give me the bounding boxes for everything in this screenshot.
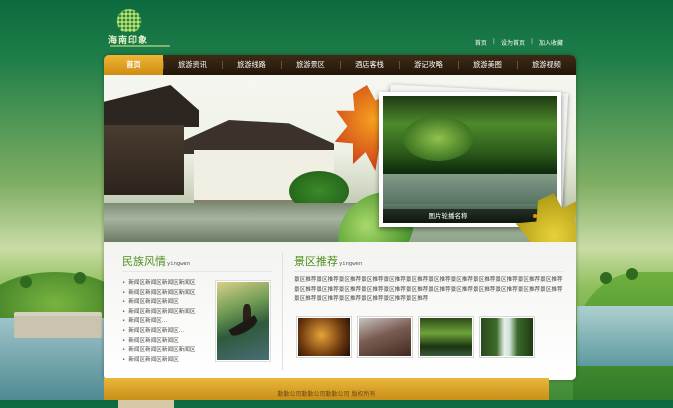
background-bridge bbox=[14, 312, 102, 338]
scenic-title-text: 景区推荐 bbox=[294, 255, 338, 268]
list-item[interactable]: 新闻区新闻区新闻区 bbox=[122, 337, 195, 347]
ethnic-title-divider bbox=[122, 271, 272, 272]
list-item[interactable]: 新闻区新闻区新闻区新闻区 bbox=[122, 279, 195, 289]
banner-house-roof bbox=[104, 85, 199, 127]
list-item[interactable]: 新闻区新闻区新闻区... bbox=[122, 327, 195, 337]
logo-dot-tree-icon bbox=[112, 8, 146, 32]
slideshow-dot-1[interactable] bbox=[533, 214, 537, 218]
column-divider bbox=[282, 252, 283, 370]
waterfall-image bbox=[481, 318, 533, 356]
logo-underline bbox=[110, 45, 170, 47]
nav-item-travel-guides[interactable]: 游记攻略 bbox=[399, 55, 458, 75]
nav-item-home[interactable]: 首页 bbox=[104, 55, 163, 75]
slideshow-caption-bar: 图片轮播名称 bbox=[383, 209, 557, 223]
footer-copyright: 勤勤公司勤勤公司勤勤公司 版权所有 bbox=[277, 391, 376, 398]
scenic-thumbnail-3[interactable] bbox=[418, 316, 474, 358]
scenic-title-sub: yingwen bbox=[339, 261, 363, 267]
main-frame: 首页 旅游资讯 旅游线路 旅游景区 酒店客栈 游记攻略 旅游美图 旅游视频 图片… bbox=[104, 55, 576, 380]
nav-item-travel-news[interactable]: 旅游资讯 bbox=[163, 55, 222, 75]
banner-house-roof bbox=[184, 120, 334, 154]
main-nav: 首页 旅游资讯 旅游线路 旅游景区 酒店客栈 游记攻略 旅游美图 旅游视频 bbox=[104, 55, 576, 75]
nav-item-travel-routes[interactable]: 旅游线路 bbox=[222, 55, 281, 75]
forest-image bbox=[420, 318, 472, 356]
content-area: 民族风情yingwen 新闻区新闻区新闻区新闻区 新闻区新闻区新闻区新闻区 新闻… bbox=[104, 242, 576, 380]
background-water-right bbox=[577, 306, 673, 366]
list-item[interactable]: 新闻区新闻区新闻区 bbox=[122, 356, 195, 366]
slideshow-image[interactable] bbox=[383, 96, 557, 223]
list-item[interactable]: 新闻区新闻区新闻区新闻区 bbox=[122, 289, 195, 299]
ethnic-section-title[interactable]: 民族风情yingwen bbox=[122, 253, 190, 269]
scenic-thumbnail-2[interactable] bbox=[357, 316, 413, 358]
banner-house-wall bbox=[104, 125, 184, 195]
list-item[interactable]: 新闻区新闻区... bbox=[122, 317, 195, 327]
scenic-title-divider bbox=[294, 271, 564, 272]
background-tree bbox=[600, 272, 612, 284]
top-links: 首页 | 设为首页 | 加入收藏 bbox=[469, 38, 569, 47]
ethnic-title-sub: yingwen bbox=[167, 261, 191, 267]
ethnic-news-list: 新闻区新闻区新闻区新闻区 新闻区新闻区新闻区新闻区 新闻区新闻区新闻区 新闻区新… bbox=[122, 279, 195, 365]
background-tree bbox=[626, 268, 638, 280]
scenic-thumbnail-1[interactable] bbox=[296, 316, 352, 358]
top-link-add-favorite[interactable]: 加入收藏 bbox=[533, 38, 569, 47]
list-item[interactable]: 新闻区新闻区新闻区新闻区 bbox=[122, 308, 195, 318]
list-item[interactable]: 新闻区新闻区新闻区 bbox=[122, 298, 195, 308]
list-item[interactable]: 新闻区新闻区新闻区新闻区 bbox=[122, 346, 195, 356]
mountain-image bbox=[359, 318, 411, 356]
background-tree bbox=[74, 272, 86, 284]
nav-item-travel-videos[interactable]: 旅游视频 bbox=[517, 55, 576, 75]
slideshow[interactable]: 图片轮播名称 bbox=[379, 92, 561, 227]
top-link-set-homepage[interactable]: 设为首页 bbox=[495, 38, 531, 47]
nav-item-travel-photos[interactable]: 旅游美图 bbox=[458, 55, 517, 75]
scenic-thumbnail-4[interactable] bbox=[479, 316, 535, 358]
nav-item-hotels[interactable]: 酒店客栈 bbox=[340, 55, 399, 75]
scenic-description: 景区推荐景区推荐景区推荐景区推荐景区推荐景区推荐景区推荐景区推荐景区推荐景区推荐… bbox=[294, 277, 563, 303]
boat-image bbox=[217, 282, 269, 360]
scenic-section-title[interactable]: 景区推荐yingwen bbox=[294, 253, 362, 269]
slideshow-caption: 图片轮播名称 bbox=[428, 212, 468, 220]
ethnic-title-text: 民族风情 bbox=[122, 255, 166, 268]
cave-image bbox=[298, 318, 350, 356]
site-logo[interactable]: 海南印象 bbox=[108, 8, 170, 47]
ethnic-photo[interactable] bbox=[215, 280, 271, 362]
nav-item-scenic-spots[interactable]: 旅游景区 bbox=[281, 55, 340, 75]
top-link-home[interactable]: 首页 bbox=[469, 38, 493, 47]
banner: 图片轮播名称 bbox=[104, 75, 576, 242]
background-tree bbox=[20, 276, 32, 288]
